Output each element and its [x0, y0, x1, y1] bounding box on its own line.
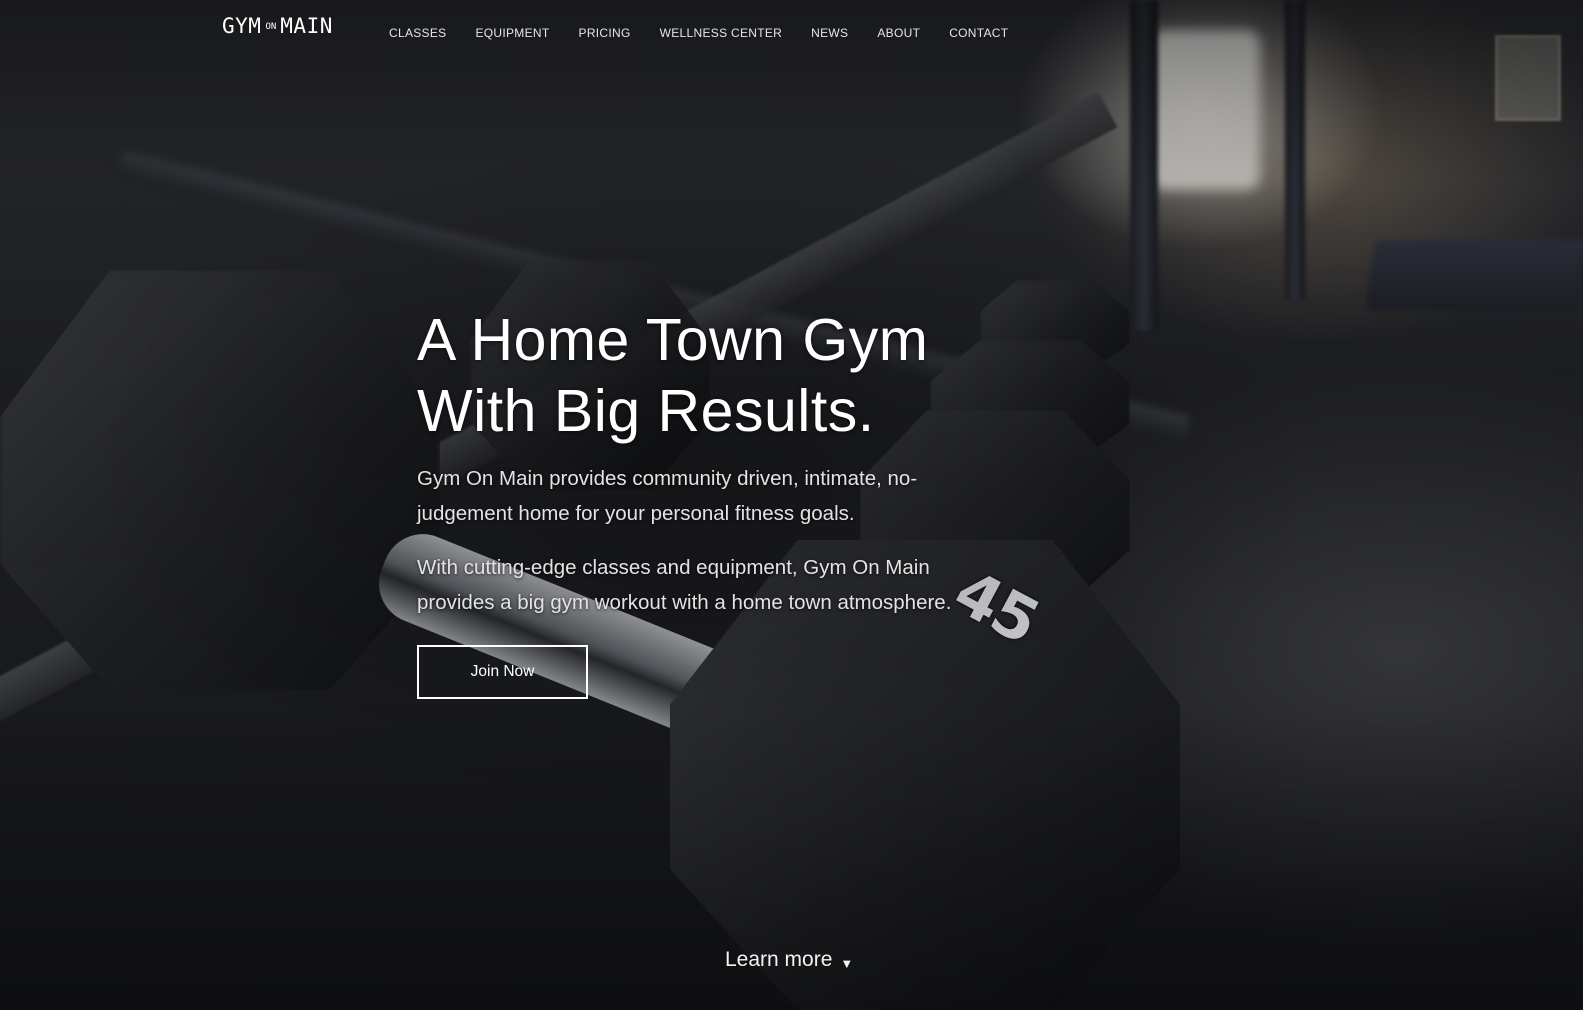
learn-more-link[interactable]: Learn more ▼: [725, 948, 853, 972]
nav-news[interactable]: NEWS: [811, 26, 848, 40]
nav-menu-item: WELLNESS CENTER: [660, 24, 783, 42]
nav-menu-item: ABOUT: [877, 24, 920, 42]
hero-headline: A Home Town Gym With Big Results.: [417, 305, 977, 447]
hero-headline-line1: A Home Town Gym: [417, 307, 929, 373]
nav-menu-item: NEWS: [811, 24, 848, 42]
logo-text-on: ON: [265, 22, 277, 32]
logo-text-main: MAIN: [280, 14, 333, 38]
nav-wellness-center[interactable]: WELLNESS CENTER: [660, 26, 783, 40]
nav-contact[interactable]: CONTACT: [949, 26, 1008, 40]
logo-text-gym: GYM: [222, 14, 262, 38]
nav-classes[interactable]: CLASSES: [389, 26, 446, 40]
nav-equipment[interactable]: EQUIPMENT: [475, 26, 549, 40]
hero-headline-line2: With Big Results.: [417, 378, 875, 444]
hero-content: A Home Town Gym With Big Results. Gym On…: [417, 305, 1017, 699]
triangle-down-icon: ▼: [840, 955, 854, 971]
nav-menu-item: EQUIPMENT: [475, 24, 549, 42]
nav-about[interactable]: ABOUT: [877, 26, 920, 40]
join-now-button[interactable]: Join Now: [417, 645, 588, 699]
site-logo[interactable]: GYM ON MAIN: [222, 14, 333, 38]
hero-description: Gym On Main provides community driven, i…: [417, 467, 918, 525]
nav-pricing[interactable]: PRICING: [579, 26, 631, 40]
nav-menu-item: CLASSES: [389, 24, 446, 42]
top-navigation: GYM ON MAIN CLASSES EQUIPMENT PRICING WE…: [0, 0, 1583, 64]
hero-section: 45 GYM ON MAIN CLASSES EQUIPMENT PRICING…: [0, 0, 1583, 1010]
nav-menu: CLASSES EQUIPMENT PRICING WELLNESS CENTE…: [389, 24, 1008, 42]
learn-more-label: Learn more: [725, 948, 833, 971]
nav-menu-item: CONTACT: [949, 24, 1008, 42]
hero-description-secondary: With cutting-edge classes and equipment,…: [417, 556, 952, 614]
nav-menu-item: PRICING: [579, 24, 631, 42]
